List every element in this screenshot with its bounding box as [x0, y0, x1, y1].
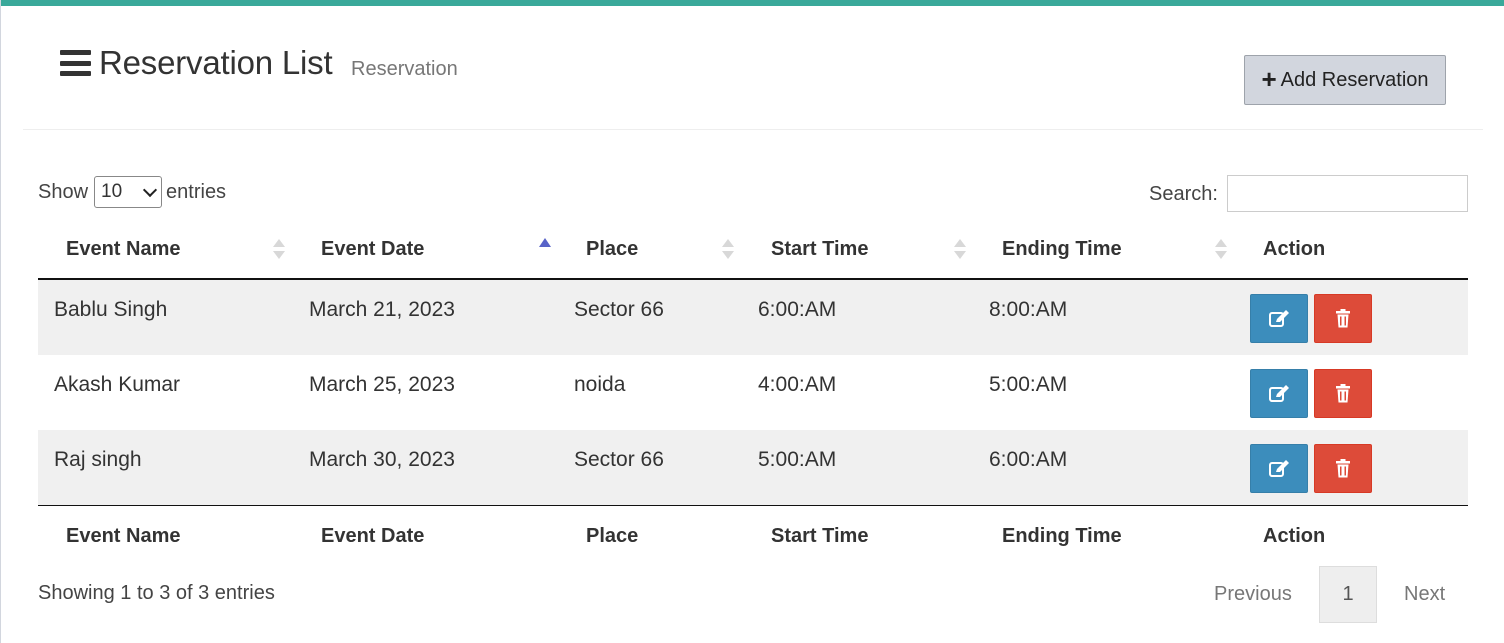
column-header-start-time[interactable]: Start Time [771, 238, 868, 261]
trash-icon [1336, 459, 1350, 478]
bars-icon [60, 50, 91, 76]
add-reservation-label: Add Reservation [1280, 68, 1429, 91]
column-header-event-date[interactable]: Event Date [321, 238, 424, 261]
pagination-previous[interactable]: Previous [1214, 583, 1292, 606]
trash-icon [1336, 309, 1350, 328]
page-length-control: Show 10 entries [38, 176, 226, 208]
cell-ending-time: 8:00:AM [989, 298, 1068, 321]
cell-event-name: Raj singh [54, 448, 142, 471]
page-length-value: 10 [101, 181, 123, 202]
edit-button[interactable] [1250, 369, 1308, 418]
cell-event-date: March 30, 2023 [309, 448, 455, 471]
page-title: Reservation List [99, 44, 333, 81]
column-header-event-name[interactable]: Event Name [66, 238, 181, 261]
entries-label: entries [166, 180, 227, 203]
footer-column-ending-time: Ending Time [1002, 525, 1122, 547]
sort-both-icon [273, 239, 285, 261]
plus-icon: + [1261, 63, 1277, 94]
delete-button[interactable] [1314, 369, 1372, 418]
cell-event-date: March 21, 2023 [309, 298, 455, 321]
delete-button[interactable] [1314, 294, 1372, 343]
cell-event-date: March 25, 2023 [309, 373, 455, 396]
trash-icon [1336, 384, 1350, 403]
edit-icon [1269, 384, 1289, 402]
cell-ending-time: 5:00:AM [989, 373, 1068, 396]
search-label: Search: [1149, 183, 1218, 205]
footer-column-place: Place [586, 525, 639, 547]
table-row: Raj singh March 30, 2023 Sector 66 5:00:… [38, 430, 1468, 505]
delete-button[interactable] [1314, 444, 1372, 493]
cell-ending-time: 6:00:AM [989, 448, 1068, 471]
sort-both-icon [954, 239, 966, 261]
header-divider [23, 129, 1483, 130]
cell-event-name: Bablu Singh [54, 298, 168, 321]
page-length-select[interactable]: 10 [94, 176, 163, 208]
cell-place: Sector 66 [574, 448, 664, 471]
edit-icon [1269, 309, 1289, 327]
sort-both-icon [722, 239, 734, 261]
table-info: Showing 1 to 3 of 3 entries [38, 582, 275, 604]
pagination-next[interactable]: Next [1404, 583, 1445, 606]
column-header-place[interactable]: Place [586, 238, 638, 261]
column-header-ending-time[interactable]: Ending Time [1002, 238, 1122, 261]
cell-place: noida [574, 373, 626, 396]
footer-rule [38, 505, 1468, 506]
box-left-border [0, 0, 1, 643]
edit-button[interactable] [1250, 294, 1308, 343]
footer-column-event-date: Event Date [321, 525, 425, 547]
show-label: Show [38, 180, 89, 203]
cell-place: Sector 66 [574, 298, 664, 321]
footer-column-action: Action [1263, 525, 1326, 547]
footer-column-start-time: Start Time [771, 525, 869, 547]
cell-start-time: 6:00:AM [758, 298, 837, 321]
pagination-page-1[interactable]: 1 [1319, 566, 1377, 623]
box-top-accent [0, 0, 1504, 6]
column-header-action: Action [1263, 238, 1326, 260]
sort-both-icon [1215, 239, 1227, 261]
page-subtitle: Reservation [351, 58, 458, 80]
search-input[interactable] [1227, 175, 1468, 212]
sort-asc-icon [539, 238, 551, 247]
table-row: Akash Kumar March 25, 2023 noida 4:00:AM… [38, 355, 1468, 430]
edit-button[interactable] [1250, 444, 1308, 493]
edit-icon [1269, 459, 1289, 477]
footer-column-event-name: Event Name [66, 525, 181, 547]
cell-start-time: 5:00:AM [758, 448, 837, 471]
cell-start-time: 4:00:AM [758, 373, 837, 396]
table-row: Bablu Singh March 21, 2023 Sector 66 6:0… [38, 280, 1468, 355]
cell-event-name: Akash Kumar [54, 373, 181, 396]
chevron-down-icon [142, 182, 158, 197]
add-reservation-button[interactable]: + Add Reservation [1244, 55, 1446, 105]
